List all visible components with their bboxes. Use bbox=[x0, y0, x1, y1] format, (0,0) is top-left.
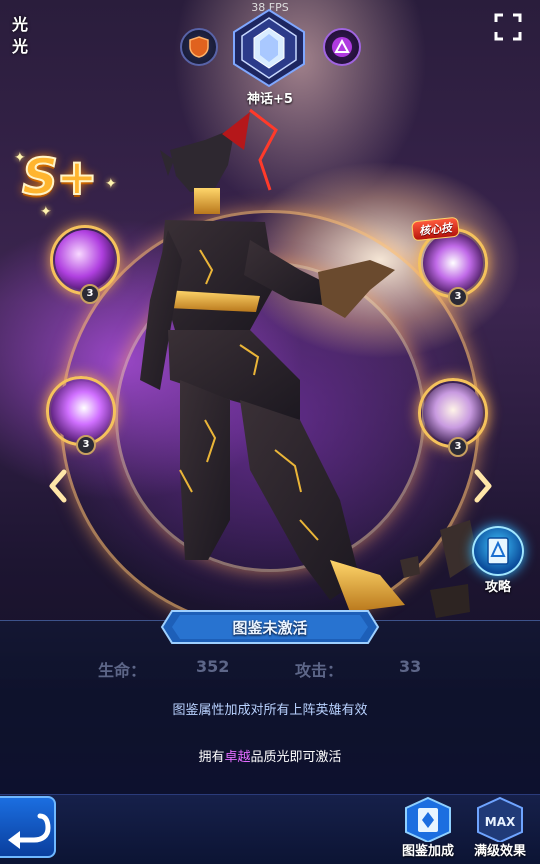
hint-highlight: 卓越 bbox=[224, 750, 251, 765]
hero-name: 光光 bbox=[12, 15, 29, 56]
atk-label: 攻击： bbox=[295, 661, 344, 680]
rank-emblem-icon[interactable] bbox=[230, 8, 308, 88]
codex-status: 图鉴未激活 bbox=[232, 619, 308, 637]
hp-value: 352 bbox=[196, 657, 230, 676]
faction-badge[interactable] bbox=[180, 28, 218, 66]
shield-icon bbox=[189, 36, 209, 58]
activation-hint: 拥有卓越品质光即可激活 bbox=[0, 746, 540, 765]
skill-slot-2[interactable]: 3 bbox=[46, 376, 116, 455]
fullscreen-icon[interactable] bbox=[494, 13, 522, 41]
hint-suffix: 品质光即可激活 bbox=[250, 750, 342, 765]
atk-value: 33 bbox=[399, 657, 422, 676]
codex-bonus-button[interactable] bbox=[398, 796, 458, 842]
rank-label: 神话+5 bbox=[247, 92, 293, 107]
triangle-icon bbox=[332, 37, 352, 57]
sparkle-icon: ✦ bbox=[14, 150, 26, 166]
guide-label: 攻略 bbox=[484, 580, 511, 595]
sparkle-icon: ✦ bbox=[105, 176, 117, 192]
codex-description: 图鉴属性加成对所有上阵英雄有效 bbox=[172, 703, 368, 718]
skill-level-badge: 3 bbox=[76, 435, 96, 455]
skill-slot-1[interactable]: 3 bbox=[50, 225, 120, 304]
hint-prefix: 拥有 bbox=[198, 750, 225, 765]
skill-art-icon bbox=[51, 381, 111, 441]
max-effect-label: 满级效果 bbox=[473, 844, 526, 859]
skill-slot-4[interactable]: 3 bbox=[418, 378, 488, 457]
next-hero-arrow-icon[interactable] bbox=[471, 468, 495, 504]
class-badge[interactable] bbox=[323, 28, 361, 66]
skill-art-icon bbox=[423, 383, 483, 443]
prev-hero-arrow-icon[interactable] bbox=[46, 468, 70, 504]
sparkle-icon: ✦ bbox=[40, 204, 52, 220]
back-arrow-icon bbox=[8, 813, 51, 849]
max-effect-button[interactable]: MAX bbox=[470, 796, 530, 842]
skill-level-badge: 3 bbox=[80, 284, 100, 304]
skill-level-badge: 3 bbox=[448, 287, 468, 307]
guide-book-icon bbox=[487, 537, 509, 565]
hp-label: 生命： bbox=[98, 661, 147, 680]
skill-art-icon bbox=[55, 230, 115, 290]
hero-grade: S+ bbox=[21, 147, 99, 207]
skill-art-icon bbox=[423, 233, 483, 293]
guide-button[interactable] bbox=[472, 526, 524, 576]
svg-text:MAX: MAX bbox=[485, 815, 516, 829]
back-button[interactable] bbox=[0, 796, 56, 858]
skill-level-badge: 3 bbox=[448, 437, 468, 457]
codex-bonus-label: 图鉴加成 bbox=[401, 844, 454, 859]
